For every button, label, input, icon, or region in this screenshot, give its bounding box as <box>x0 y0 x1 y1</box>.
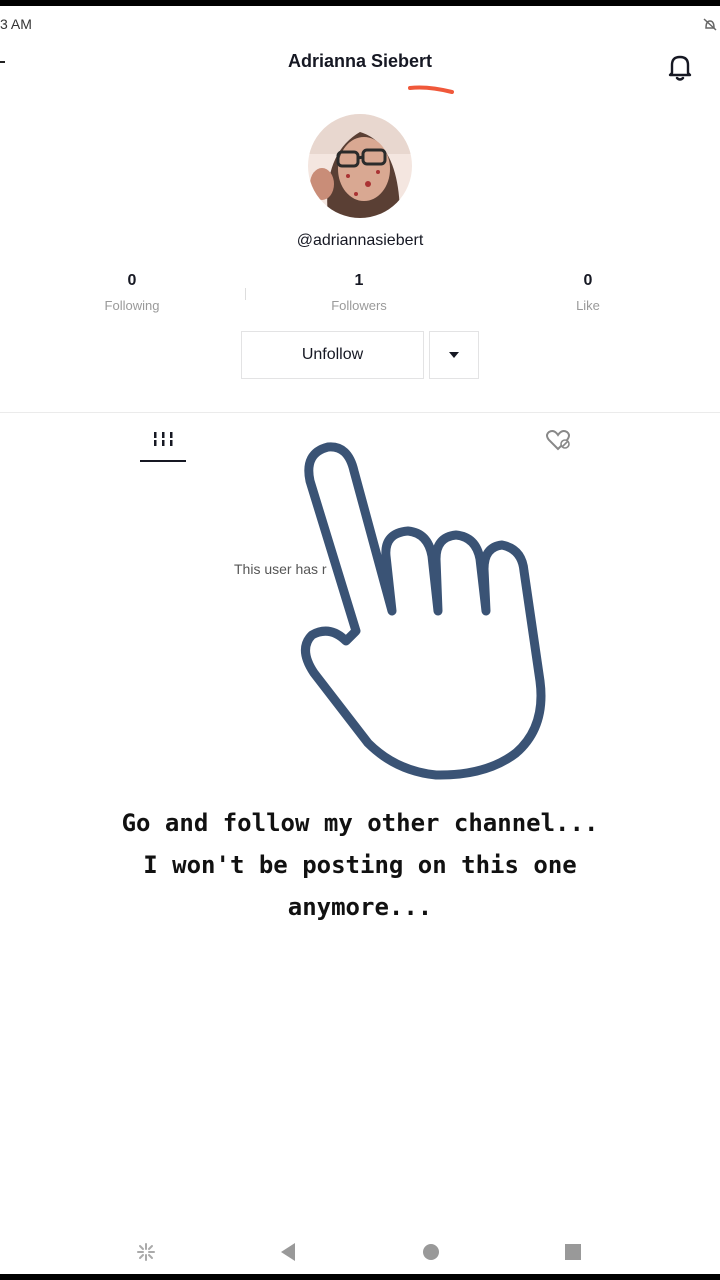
stat-likes[interactable]: 0 Like <box>508 272 668 313</box>
red-underline-mark <box>408 85 454 94</box>
recents-nav-icon[interactable] <box>564 1242 582 1262</box>
stat-following-label: Following <box>104 298 160 313</box>
avatar[interactable] <box>308 114 412 218</box>
stat-followers-label: Followers <box>331 298 387 313</box>
page-title: Adrianna Siebert <box>287 51 433 71</box>
tabs-divider <box>0 412 720 413</box>
caption-line-2: I won't be posting on this one <box>143 851 577 879</box>
stat-following[interactable]: 0 Following <box>52 272 212 313</box>
stat-followers[interactable]: 1 Followers <box>279 272 439 313</box>
status-time: 3 AM <box>0 16 32 32</box>
more-options-button[interactable] <box>429 331 479 379</box>
pointing-hand-icon <box>301 442 546 780</box>
tab-active-indicator <box>140 460 186 462</box>
caret-down-icon <box>449 352 459 358</box>
unfollow-button[interactable]: Unfollow <box>241 331 424 379</box>
caption-line-3: anymore... <box>287 893 433 921</box>
stat-following-value: 0 <box>127 272 137 289</box>
stat-likes-label: Like <box>576 298 600 313</box>
caption-line-1: Go and follow my other channel... <box>121 809 599 837</box>
stat-followers-value: 1 <box>354 272 364 289</box>
stat-likes-value: 0 <box>583 272 593 289</box>
profile-handle: @adriannasiebert <box>296 232 424 249</box>
overlay-caption: Go and follow my other channel... I won'… <box>0 802 720 928</box>
home-nav-icon[interactable] <box>422 1242 440 1262</box>
bell-icon[interactable] <box>666 52 694 82</box>
tab-videos[interactable] <box>140 424 186 462</box>
profile-screen: 3 AM Adrianna Siebert @adriannasiebert 0 <box>0 6 720 1274</box>
stat-divider <box>245 288 246 300</box>
loading-spark-icon <box>137 1243 155 1261</box>
mute-icon <box>700 16 720 35</box>
back-nav-icon[interactable] <box>280 1242 296 1262</box>
grid-videos-icon <box>154 432 173 446</box>
